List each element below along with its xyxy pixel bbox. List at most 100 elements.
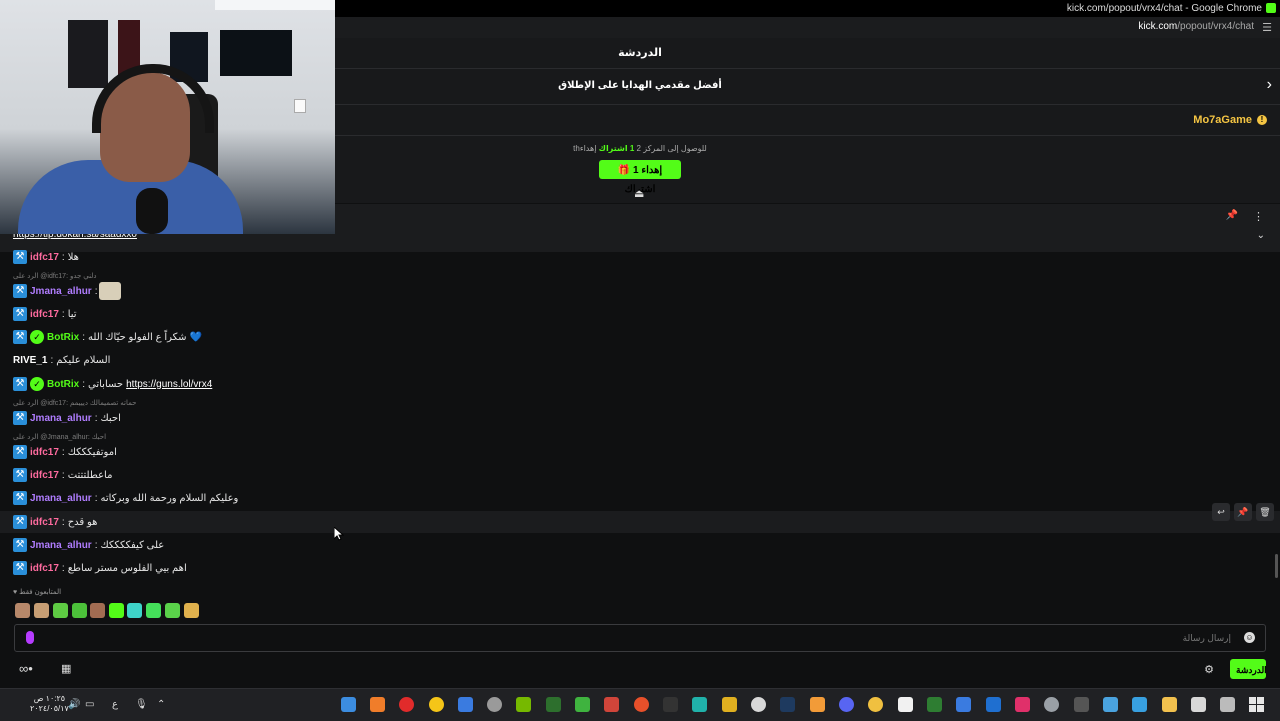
- taskbar-app-icon[interactable]: [810, 697, 825, 712]
- store-icon[interactable]: ▦: [61, 662, 71, 675]
- message-text: هو قدح: [67, 516, 98, 528]
- more-options-icon[interactable]: ⋮: [1253, 210, 1264, 223]
- message-username[interactable]: idfc17: [30, 309, 59, 320]
- emote-icon[interactable]: [90, 603, 105, 618]
- chevron-down-icon[interactable]: ⌄: [1257, 230, 1265, 241]
- message-username[interactable]: Jmana_alhur: [30, 493, 92, 504]
- chat-message[interactable]: ⚒ idfc17: اموتفيكككك: [13, 443, 117, 461]
- taskbar-clock[interactable]: ١٠:٢٥ ص ٢٠٢٤/٠٥/١٧: [30, 694, 69, 714]
- steam-icon[interactable]: [780, 697, 795, 712]
- site-settings-icon[interactable]: ☰: [1262, 21, 1272, 34]
- pin-icon[interactable]: 📌: [1226, 210, 1238, 221]
- opera-icon[interactable]: [399, 697, 414, 712]
- message-username[interactable]: idfc17: [30, 447, 59, 458]
- message-username[interactable]: Jmana_alhur: [30, 413, 92, 424]
- chat-message[interactable]: RIVE_1: السلام عليكم: [13, 351, 110, 369]
- outlook-icon[interactable]: [986, 697, 1001, 712]
- chat-message[interactable]: ⚒ idfc17: ماعطلتتتت: [13, 466, 112, 484]
- chat-message[interactable]: ⚒ idfc17: هلا: [13, 248, 79, 266]
- emote-icon[interactable]: [15, 603, 30, 618]
- message-username[interactable]: idfc17: [30, 470, 59, 481]
- message-username[interactable]: Jmana_alhur: [30, 540, 92, 551]
- search-icon[interactable]: [1220, 697, 1235, 712]
- chat-message[interactable]: ⚒ Jmana_alhur: احبك: [13, 409, 121, 427]
- emote-icon[interactable]: [146, 603, 161, 618]
- delete-icon[interactable]: 🗑: [1256, 503, 1274, 521]
- taskbar-app-icon[interactable]: [370, 697, 385, 712]
- taskbar-app-icon[interactable]: [634, 697, 649, 712]
- message-username[interactable]: idfc17: [30, 517, 59, 528]
- message-username[interactable]: RIVE_1: [13, 355, 47, 366]
- taskbar-app-icon[interactable]: [604, 697, 619, 712]
- top-gifter-name[interactable]: Mo7aGame: [1193, 114, 1252, 126]
- gift-subscription-button[interactable]: 🎁 إهداء 1 اشتراك: [599, 160, 681, 195]
- emoji-picker-icon[interactable]: ☺: [1244, 632, 1255, 643]
- taskbar-app-icon[interactable]: [868, 697, 883, 712]
- emote-icon[interactable]: [165, 603, 180, 618]
- chat-message[interactable]: ⚒ Jmana_alhur: وعليكم السلام ورحمة الله …: [13, 489, 238, 507]
- chat-message[interactable]: ⚒ Jmana_alhur:: [13, 282, 122, 300]
- taskbar-app-icon[interactable]: [1103, 697, 1118, 712]
- hovered-message-row: [0, 511, 1280, 533]
- taskbar-app-icon[interactable]: [1132, 697, 1147, 712]
- taskbar-app-icon[interactable]: [722, 697, 737, 712]
- emote-icon[interactable]: [184, 603, 199, 618]
- chevron-right-icon[interactable]: ›: [1267, 76, 1272, 94]
- taskbar-app-icon[interactable]: [458, 697, 473, 712]
- taskbar-app-icon[interactable]: [546, 697, 561, 712]
- message-username[interactable]: BotRix: [47, 379, 79, 390]
- taskbar-app-icon[interactable]: [1191, 697, 1206, 712]
- settings-app-icon[interactable]: [1044, 697, 1059, 712]
- show-hidden-icons-chevron-icon[interactable]: ⌃: [157, 699, 165, 710]
- chat-scrollbar[interactable]: [1275, 554, 1278, 578]
- chat-message[interactable]: ⚒ idfc17: اهم بيي الفلوس مستر ساطع: [13, 559, 187, 577]
- gear-icon[interactable]: ⚙: [1204, 663, 1214, 676]
- chat-message[interactable]: ⚒ Jmana_alhur: على كيفككككك: [13, 536, 164, 554]
- language-indicator[interactable]: ع: [112, 699, 118, 710]
- message-username[interactable]: BotRix: [47, 332, 79, 343]
- reply-icon[interactable]: ↩: [1212, 503, 1230, 521]
- emote-icon[interactable]: [109, 603, 124, 618]
- network-icon[interactable]: ▭: [85, 699, 94, 710]
- epic-games-icon[interactable]: [663, 697, 678, 712]
- xbox-icon[interactable]: [575, 697, 590, 712]
- url-text[interactable]: kick.com/popout/vrx4/chat: [1138, 21, 1254, 32]
- chat-message[interactable]: ⚒ ✓ BotRix: شكراً ع الفولو حيّاك الله 💙: [13, 328, 202, 346]
- taskbar-app-icon[interactable]: [341, 697, 356, 712]
- message-username[interactable]: Jmana_alhur: [30, 286, 92, 297]
- gift-goal-th: th: [573, 144, 580, 153]
- moderator-badge-icon: ⚒: [13, 377, 27, 391]
- collapse-arrow-icon[interactable]: ⏏: [634, 187, 644, 200]
- taskbar-app-icon[interactable]: [487, 697, 502, 712]
- volume-icon[interactable]: 🔊: [68, 699, 80, 710]
- taskbar-app-icon[interactable]: [956, 697, 971, 712]
- pin-message-icon[interactable]: 📌: [1234, 503, 1252, 521]
- taskbar-app-icon[interactable]: [1074, 697, 1089, 712]
- microphone-icon[interactable]: [26, 631, 34, 644]
- message-username[interactable]: idfc17: [30, 252, 59, 263]
- chat-message[interactable]: ⚒ ✓ BotRix: حساباتي https://guns.lol/vrx…: [13, 375, 212, 393]
- taskbar-app-icon[interactable]: [692, 697, 707, 712]
- chat-message[interactable]: ⚒ idfc17: هو قدح: [13, 513, 97, 531]
- chat-message[interactable]: ⚒ idfc17: تيا: [13, 305, 77, 323]
- taskbar-app-icon[interactable]: [751, 697, 766, 712]
- taskbar-app-icon[interactable]: [927, 697, 942, 712]
- emote-icon[interactable]: [127, 603, 142, 618]
- microphone: [136, 188, 168, 234]
- infinity-points-icon[interactable]: ∞•: [19, 661, 33, 676]
- mic-tray-icon[interactable]: 🎙: [135, 699, 148, 710]
- chat-input[interactable]: إرسال رسالة ☺: [14, 624, 1266, 652]
- discord-icon[interactable]: [839, 697, 854, 712]
- emote-icon[interactable]: [34, 603, 49, 618]
- emote-icon[interactable]: [53, 603, 68, 618]
- windows-start-icon[interactable]: [1249, 697, 1264, 712]
- message-link[interactable]: https://guns.lol/vrx4: [126, 379, 212, 390]
- chrome-icon[interactable]: [429, 697, 444, 712]
- send-chat-button[interactable]: الدردشة: [1230, 659, 1267, 679]
- nvidia-icon[interactable]: [516, 697, 531, 712]
- capcut-icon[interactable]: [898, 697, 913, 712]
- taskbar-app-icon[interactable]: [1015, 697, 1030, 712]
- message-username[interactable]: idfc17: [30, 563, 59, 574]
- file-explorer-icon[interactable]: [1162, 697, 1177, 712]
- emote-icon[interactable]: [72, 603, 87, 618]
